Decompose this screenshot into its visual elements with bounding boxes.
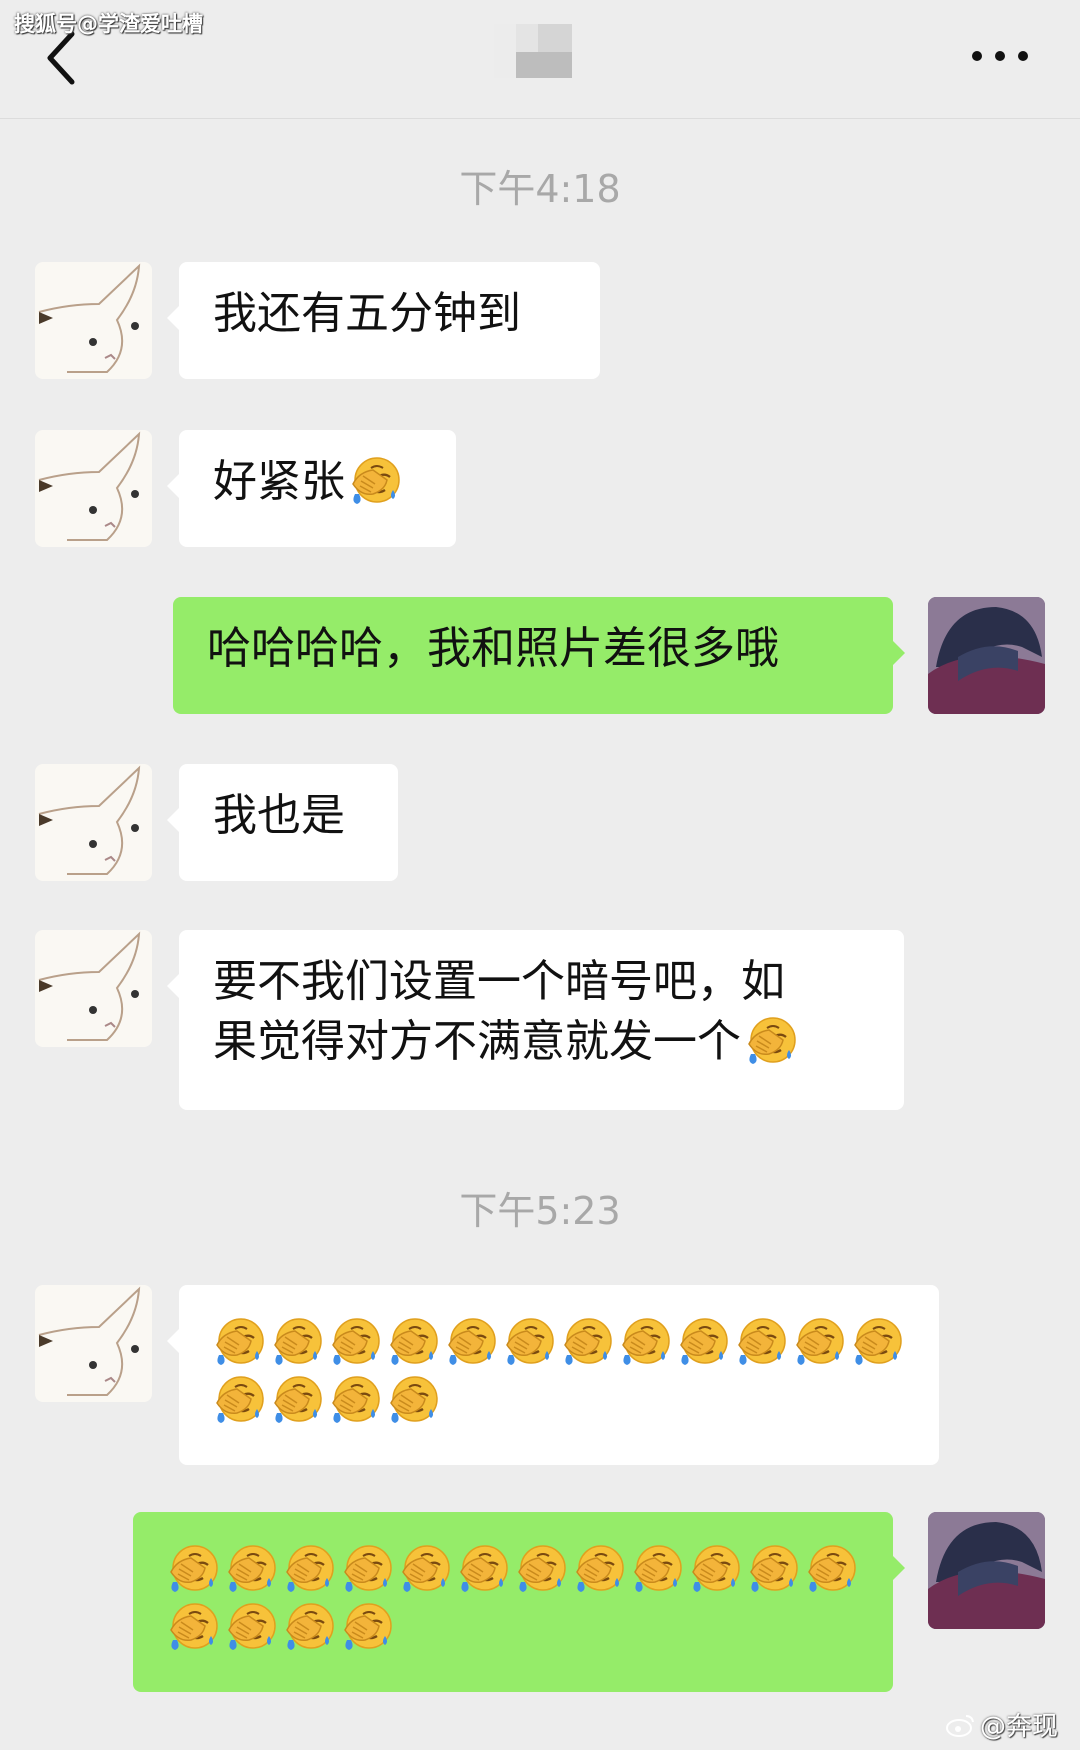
facepalm-crying-emoji xyxy=(399,1542,451,1594)
message-bubble[interactable] xyxy=(133,1512,905,1692)
message-text: 好紧张 xyxy=(213,456,345,507)
facepalm-crying-emoji xyxy=(271,1373,323,1425)
facepalm-crying-emoji xyxy=(167,1542,219,1594)
message-bubble[interactable]: 我还有五分钟到 xyxy=(167,262,600,379)
facepalm-crying-emoji xyxy=(329,1373,381,1425)
facepalm-crying-emoji xyxy=(805,1542,857,1594)
facepalm-crying-emoji xyxy=(677,1315,729,1367)
facepalm-crying-emoji xyxy=(631,1542,683,1594)
facepalm-crying-emoji xyxy=(225,1542,277,1594)
facepalm-crying-emoji xyxy=(283,1542,335,1594)
facepalm-crying-emoji xyxy=(341,1542,393,1594)
emoji-group xyxy=(167,1542,859,1652)
message-text: 我也是 xyxy=(213,790,345,841)
message-bubble[interactable]: 我也是 xyxy=(167,764,398,881)
contact-avatar[interactable] xyxy=(35,764,152,881)
message-bubble[interactable]: 要不我们设置一个暗号吧，如 果觉得对方不满意就发一个 xyxy=(167,930,904,1110)
facepalm-crying-emoji xyxy=(349,454,401,506)
more-dots-icon[interactable] xyxy=(972,44,1028,68)
facepalm-crying-emoji xyxy=(851,1315,903,1367)
facepalm-crying-emoji xyxy=(515,1542,567,1594)
facepalm-crying-emoji xyxy=(735,1315,787,1367)
facepalm-crying-emoji xyxy=(561,1315,613,1367)
chat-title-mosaic xyxy=(494,24,572,78)
facepalm-crying-emoji xyxy=(619,1315,671,1367)
contact-avatar[interactable] xyxy=(35,262,152,379)
facepalm-crying-emoji xyxy=(573,1542,625,1594)
facepalm-crying-emoji xyxy=(271,1315,323,1367)
timestamp: 下午5:23 xyxy=(459,1189,621,1233)
facepalm-crying-emoji xyxy=(387,1315,439,1367)
facepalm-crying-emoji xyxy=(689,1542,741,1594)
facepalm-crying-emoji xyxy=(167,1600,219,1652)
facepalm-crying-emoji xyxy=(745,1014,797,1066)
contact-avatar[interactable] xyxy=(35,430,152,547)
message-bubble[interactable] xyxy=(167,1285,939,1465)
watermark-top: 搜狐号@学渣爱吐槽 xyxy=(14,12,203,36)
facepalm-crying-emoji xyxy=(457,1542,509,1594)
watermark-bottom: @奔现 xyxy=(946,1706,1058,1743)
watermark-text: @奔现 xyxy=(980,1712,1059,1742)
facepalm-crying-emoji xyxy=(387,1373,439,1425)
facepalm-crying-emoji xyxy=(213,1373,265,1425)
contact-avatar[interactable] xyxy=(35,1285,152,1402)
facepalm-crying-emoji xyxy=(225,1600,277,1652)
weibo-logo xyxy=(946,1714,974,1737)
facepalm-crying-emoji xyxy=(283,1600,335,1652)
message-text: 哈哈哈哈，我和照片差很多哦 xyxy=(207,623,779,674)
my-avatar[interactable] xyxy=(928,1512,1045,1629)
message-bubble[interactable]: 好紧张 xyxy=(167,430,456,547)
my-avatar[interactable] xyxy=(928,597,1045,714)
message-text-line: 要不我们设置一个暗号吧，如 xyxy=(213,956,785,1007)
message-bubble[interactable]: 哈哈哈哈，我和照片差很多哦 xyxy=(173,597,905,714)
contact-avatar[interactable] xyxy=(35,930,152,1047)
facepalm-crying-emoji xyxy=(341,1600,393,1652)
facepalm-crying-emoji xyxy=(213,1315,265,1367)
timestamp: 下午4:18 xyxy=(459,167,621,211)
message-text-line: 果觉得对方不满意就发一个 xyxy=(213,1016,741,1067)
facepalm-crying-emoji xyxy=(793,1315,845,1367)
facepalm-crying-emoji xyxy=(329,1315,381,1367)
emoji-group xyxy=(213,1315,905,1425)
message-text: 我还有五分钟到 xyxy=(213,288,521,339)
facepalm-crying-emoji xyxy=(503,1315,555,1367)
facepalm-crying-emoji xyxy=(747,1542,799,1594)
facepalm-crying-emoji xyxy=(445,1315,497,1367)
